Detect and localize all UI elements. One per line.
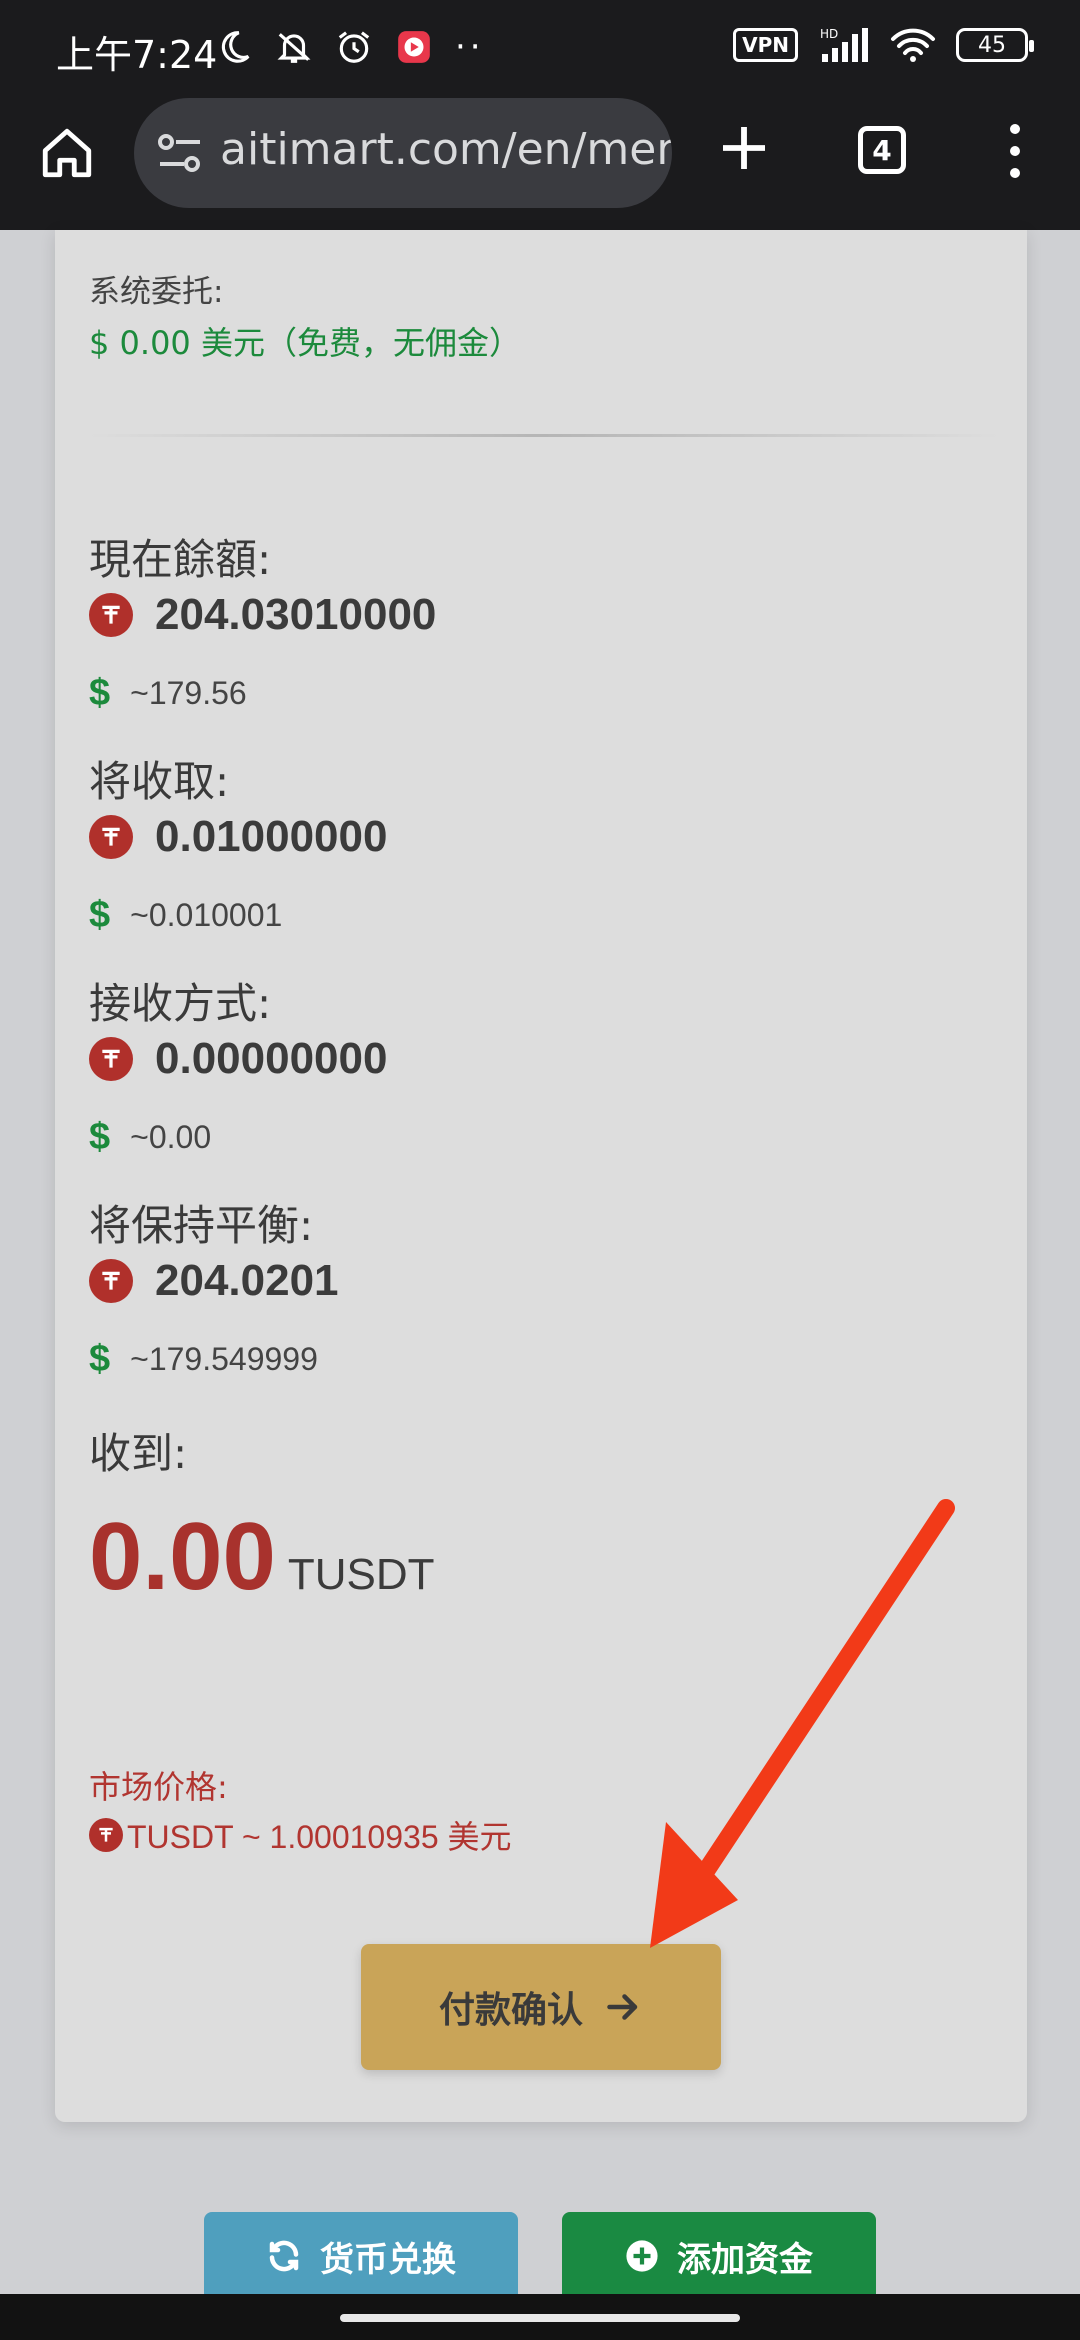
receive-method-label: 接收方式:	[89, 979, 272, 1028]
receive-method-usd-row: $ ~0.00	[89, 1116, 211, 1159]
vpn-badge: VPN	[733, 28, 798, 62]
tab-switcher-button[interactable]: 4	[858, 126, 906, 174]
remaining-balance-label: 将保持平衡:	[89, 1201, 314, 1250]
battery-indicator: 45	[956, 28, 1034, 62]
market-price-label: 市场价格:	[89, 1768, 228, 1806]
received-amount-row: 0.00 TUSDT	[89, 1502, 435, 1612]
current-balance-amount-row: 204.03010000	[89, 590, 436, 640]
received-label: 收到:	[89, 1429, 188, 1478]
remaining-balance-amount-row: 204.0201	[89, 1256, 339, 1306]
system-commission-value: $ 0.00 美元（免费，无佣金）	[89, 324, 521, 362]
tether-icon	[89, 815, 133, 859]
receive-method-amount-row: 0.00000000	[89, 1034, 387, 1084]
tether-icon	[89, 1259, 133, 1303]
tether-icon	[89, 593, 133, 637]
bell-off-icon	[277, 33, 311, 63]
add-funds-label: 添加资金	[677, 2239, 813, 2280]
tether-icon	[89, 1818, 123, 1852]
current-balance-usd: ~179.56	[130, 675, 247, 711]
system-commission-label: 系统委托:	[89, 274, 224, 310]
moon-icon	[221, 31, 250, 63]
dollar-icon: $	[89, 894, 111, 936]
alarm-icon	[338, 31, 370, 63]
remaining-balance-usd: ~179.549999	[130, 1341, 318, 1377]
wifi-icon	[891, 28, 935, 62]
plus-icon[interactable]	[716, 120, 772, 176]
address-bar[interactable]: aitimart.com/en/mem	[134, 98, 672, 208]
current-balance-amount: 204.03010000	[155, 590, 437, 639]
will-receive-usd: ~0.010001	[130, 897, 283, 933]
arrow-right-icon	[607, 1994, 638, 2020]
gesture-handle[interactable]	[340, 2314, 740, 2322]
remaining-balance-usd-row: $ ~179.549999	[89, 1338, 318, 1381]
app-icon	[398, 31, 430, 63]
confirm-payment-label: 付款确认	[438, 1990, 583, 2031]
current-balance-label: 現在餘額:	[89, 535, 272, 584]
system-nav-bar	[0, 2294, 1080, 2340]
status-icons-right: VPN HD 45	[733, 26, 1034, 64]
add-funds-button[interactable]: 添加资金	[562, 2212, 876, 2300]
dollar-icon: $	[89, 672, 111, 714]
signal-icon: HD	[820, 27, 868, 62]
remaining-balance-amount: 204.0201	[155, 1256, 339, 1305]
currency-exchange-label: 货币兑换	[320, 2239, 456, 2280]
status-icons-left: ··	[215, 28, 485, 66]
confirm-payment-button[interactable]: 付款确认	[361, 1944, 721, 2070]
current-balance-usd-row: $ ~179.56	[89, 672, 247, 715]
will-receive-label: 将收取:	[89, 757, 230, 806]
browser-toolbar: aitimart.com/en/mem 4	[0, 96, 1080, 230]
receive-method-amount: 0.00000000	[155, 1034, 388, 1083]
will-receive-amount-row: 0.01000000	[89, 812, 387, 862]
currency-exchange-button[interactable]: 货币兑换	[204, 2212, 518, 2300]
received-amount: 0.00	[89, 1503, 276, 1610]
refresh-icon	[269, 2240, 299, 2272]
market-price-value: TUSDT ~ 1.00010935 美元	[127, 1819, 512, 1855]
dollar-icon: $	[89, 1338, 111, 1380]
site-settings-icon[interactable]	[156, 132, 204, 174]
menu-icon[interactable]	[1002, 124, 1028, 178]
status-overflow: ··	[455, 27, 485, 67]
market-price-row: TUSDT ~ 1.00010935 美元	[89, 1812, 512, 1858]
plus-circle-icon	[626, 2240, 658, 2272]
status-time: 上午7:24	[56, 33, 218, 77]
divider	[89, 434, 999, 437]
received-unit: TUSDT	[287, 1550, 435, 1599]
payment-summary-card: 系统委托: $ 0.00 美元（免费，无佣金） 現在餘額: 204.030100…	[55, 230, 1027, 2122]
home-icon[interactable]	[38, 124, 96, 182]
network-label: HD	[820, 27, 838, 41]
will-receive-amount: 0.01000000	[155, 812, 388, 861]
status-bar: 上午7:24 ·· VPN HD 45	[0, 0, 1080, 96]
dollar-icon: $	[89, 1116, 111, 1158]
tether-icon	[89, 1037, 133, 1081]
receive-method-usd: ~0.00	[130, 1119, 212, 1155]
url-text: aitimart.com/en/mem	[220, 124, 672, 175]
will-receive-usd-row: $ ~0.010001	[89, 894, 282, 937]
